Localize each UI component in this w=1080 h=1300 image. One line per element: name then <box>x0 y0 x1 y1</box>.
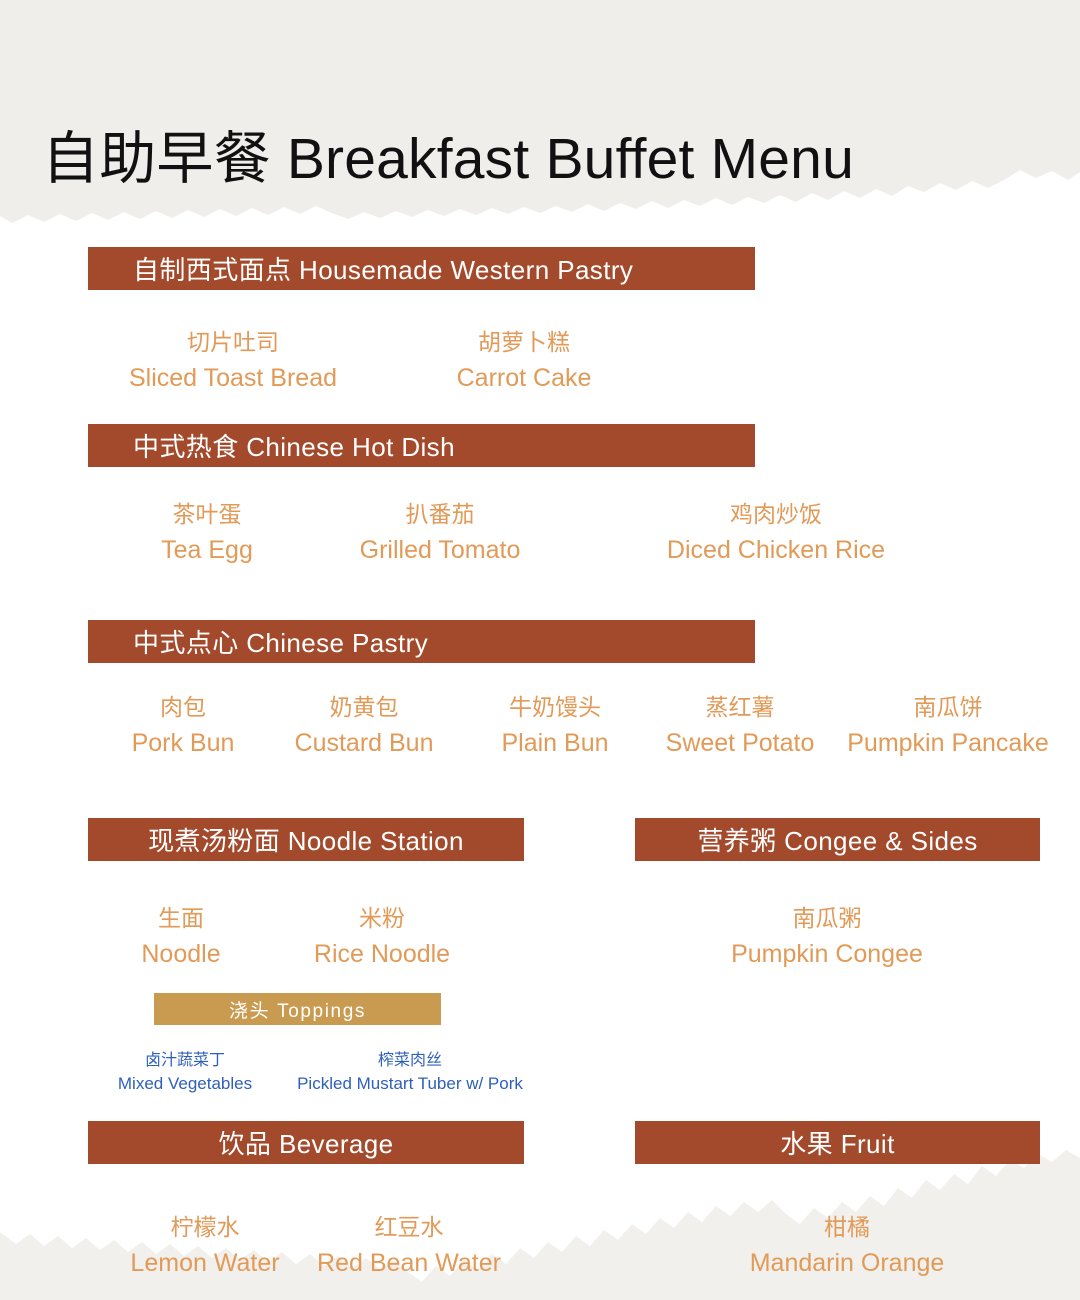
menu-item-name-en: Sliced Toast Bread <box>129 363 337 392</box>
menu-item-mandarin-orange: 柑橘 Mandarin Orange <box>750 1210 945 1281</box>
page-title: 自助早餐 Breakfast Buffet Menu <box>42 127 854 191</box>
menu-item-pumpkin-congee: 南瓜粥 Pumpkin Congee <box>731 901 923 972</box>
section-header-label: 浇头 Toppings <box>229 1000 366 1022</box>
menu-item-diced-chicken-rice: 鸡肉炒饭 Diced Chicken Rice <box>667 497 885 568</box>
menu-item-name-cn: 南瓜粥 <box>792 905 862 931</box>
menu-item-name-cn: 榨菜肉丝 <box>377 1052 442 1069</box>
menu-item-name-en: Pumpkin Congee <box>731 939 923 968</box>
section-header-label: 水果 Fruit <box>780 1129 895 1159</box>
menu-item-pork-bun: 肉包 Pork Bun <box>132 690 235 761</box>
menu-item-name-cn: 胡萝卜糕 <box>477 329 570 355</box>
menu-item-name-cn: 肉包 <box>160 694 206 720</box>
menu-item-name-cn: 茶叶蛋 <box>172 501 242 527</box>
section-header-chinese-pastry: 中式点心 Chinese Pastry <box>88 620 755 663</box>
menu-item-grilled-tomato: 扒番茄 Grilled Tomato <box>360 497 521 568</box>
menu-item-name-cn: 牛奶馒头 <box>509 694 601 720</box>
section-header-label: 中式点心 Chinese Pastry <box>133 628 429 658</box>
menu-item-rice-noodle: 米粉 Rice Noodle <box>314 901 450 972</box>
section-header-noodle-station: 现煮汤粉面 Noodle Station <box>88 818 524 861</box>
menu-item-tea-egg: 茶叶蛋 Tea Egg <box>161 497 253 568</box>
menu-item-plain-bun: 牛奶馒头 Plain Bun <box>501 690 608 761</box>
section-header-label: 自制西式面点 Housemade Western Pastry <box>133 255 634 285</box>
menu-item-name-cn: 柠檬水 <box>170 1214 240 1240</box>
section-header-congee-sides: 营养粥 Congee & Sides <box>635 818 1040 861</box>
menu-item-custard-bun: 奶黄包 Custard Bun <box>295 690 434 761</box>
menu-item-name-cn: 卤汁蔬菜丁 <box>144 1052 226 1069</box>
menu-item-name-en: Red Bean Water <box>317 1248 501 1277</box>
menu-item-name-en: Plain Bun <box>501 728 609 757</box>
menu-item-sweet-potato: 蒸红薯 Sweet Potato <box>666 690 815 761</box>
menu-item-name-cn: 柑橘 <box>824 1214 870 1240</box>
menu-item-lemon-water: 柠檬水 Lemon Water <box>130 1210 279 1281</box>
menu-item-name-cn: 扒番茄 <box>405 501 475 527</box>
menu-item-name-cn: 米粉 <box>359 905 405 931</box>
menu-item-name-en: Custard Bun <box>294 728 434 757</box>
menu-item-name-en: Diced Chicken Rice <box>666 535 886 564</box>
menu-item-name-en: Mandarin Orange <box>749 1248 945 1277</box>
section-header-fruit: 水果 Fruit <box>635 1121 1040 1164</box>
section-header-label: 营养粥 Congee & Sides <box>697 826 978 856</box>
menu-item-name-en: Grilled Tomato <box>359 535 521 564</box>
menu-item-carrot-cake: 胡萝卜糕 Carrot Cake <box>457 325 592 396</box>
menu-item-name-cn: 切片吐司 <box>187 329 279 355</box>
menu-body: 自制西式面点 Housemade Western Pastry 切片吐司 Sli… <box>0 0 1080 1300</box>
menu-item-name-en: Pickled Mustart Tuber w/ Pork <box>297 1074 523 1094</box>
menu-item-name-cn: 蒸红薯 <box>705 694 775 720</box>
section-header-beverage: 饮品 Beverage <box>88 1121 524 1164</box>
menu-item-name-en: Rice Noodle <box>313 939 451 968</box>
menu-item-name-en: Lemon Water <box>130 1248 280 1277</box>
menu-item-name-cn: 南瓜饼 <box>913 694 983 720</box>
menu-item-sliced-toast-bread: 切片吐司 Sliced Toast Bread <box>129 325 337 396</box>
section-header-toppings: 浇头 Toppings <box>154 993 441 1025</box>
menu-item-red-bean-water: 红豆水 Red Bean Water <box>317 1210 501 1281</box>
section-header-label: 现煮汤粉面 Noodle Station <box>148 826 464 856</box>
section-header-label: 饮品 Beverage <box>218 1129 394 1159</box>
menu-item-name-en: Tea Egg <box>161 535 253 564</box>
menu-item-pumpkin-pancake: 南瓜饼 Pumpkin Pancake <box>847 690 1049 761</box>
menu-item-name-cn: 奶黄包 <box>329 694 399 720</box>
menu-item-name-en: Sweet Potato <box>665 728 815 757</box>
menu-item-name-cn: 鸡肉炒饭 <box>729 501 822 527</box>
menu-item-name-cn: 生面 <box>157 905 204 931</box>
menu-item-name-en: Mixed Vegetables <box>117 1074 253 1094</box>
menu-item-name-cn: 红豆水 <box>374 1214 444 1240</box>
menu-item-name-en: Noodle <box>141 939 221 968</box>
menu-item-pickled-mustard-tuber: 榨菜肉丝 Pickled Mustart Tuber w/ Pork <box>297 1049 523 1096</box>
menu-item-noodle: 生面 Noodle <box>141 901 220 972</box>
menu-item-name-en: Carrot Cake <box>456 363 592 392</box>
menu-item-name-en: Pork Bun <box>131 728 235 757</box>
menu-item-mixed-vegetables: 卤汁蔬菜丁 Mixed Vegetables <box>118 1049 252 1096</box>
section-header-chinese-hot-dish: 中式热食 Chinese Hot Dish <box>88 424 755 467</box>
section-header-label: 中式热食 Chinese Hot Dish <box>133 432 455 462</box>
menu-item-name-en: Pumpkin Pancake <box>847 728 1049 757</box>
section-header-western-pastry: 自制西式面点 Housemade Western Pastry <box>88 247 755 290</box>
